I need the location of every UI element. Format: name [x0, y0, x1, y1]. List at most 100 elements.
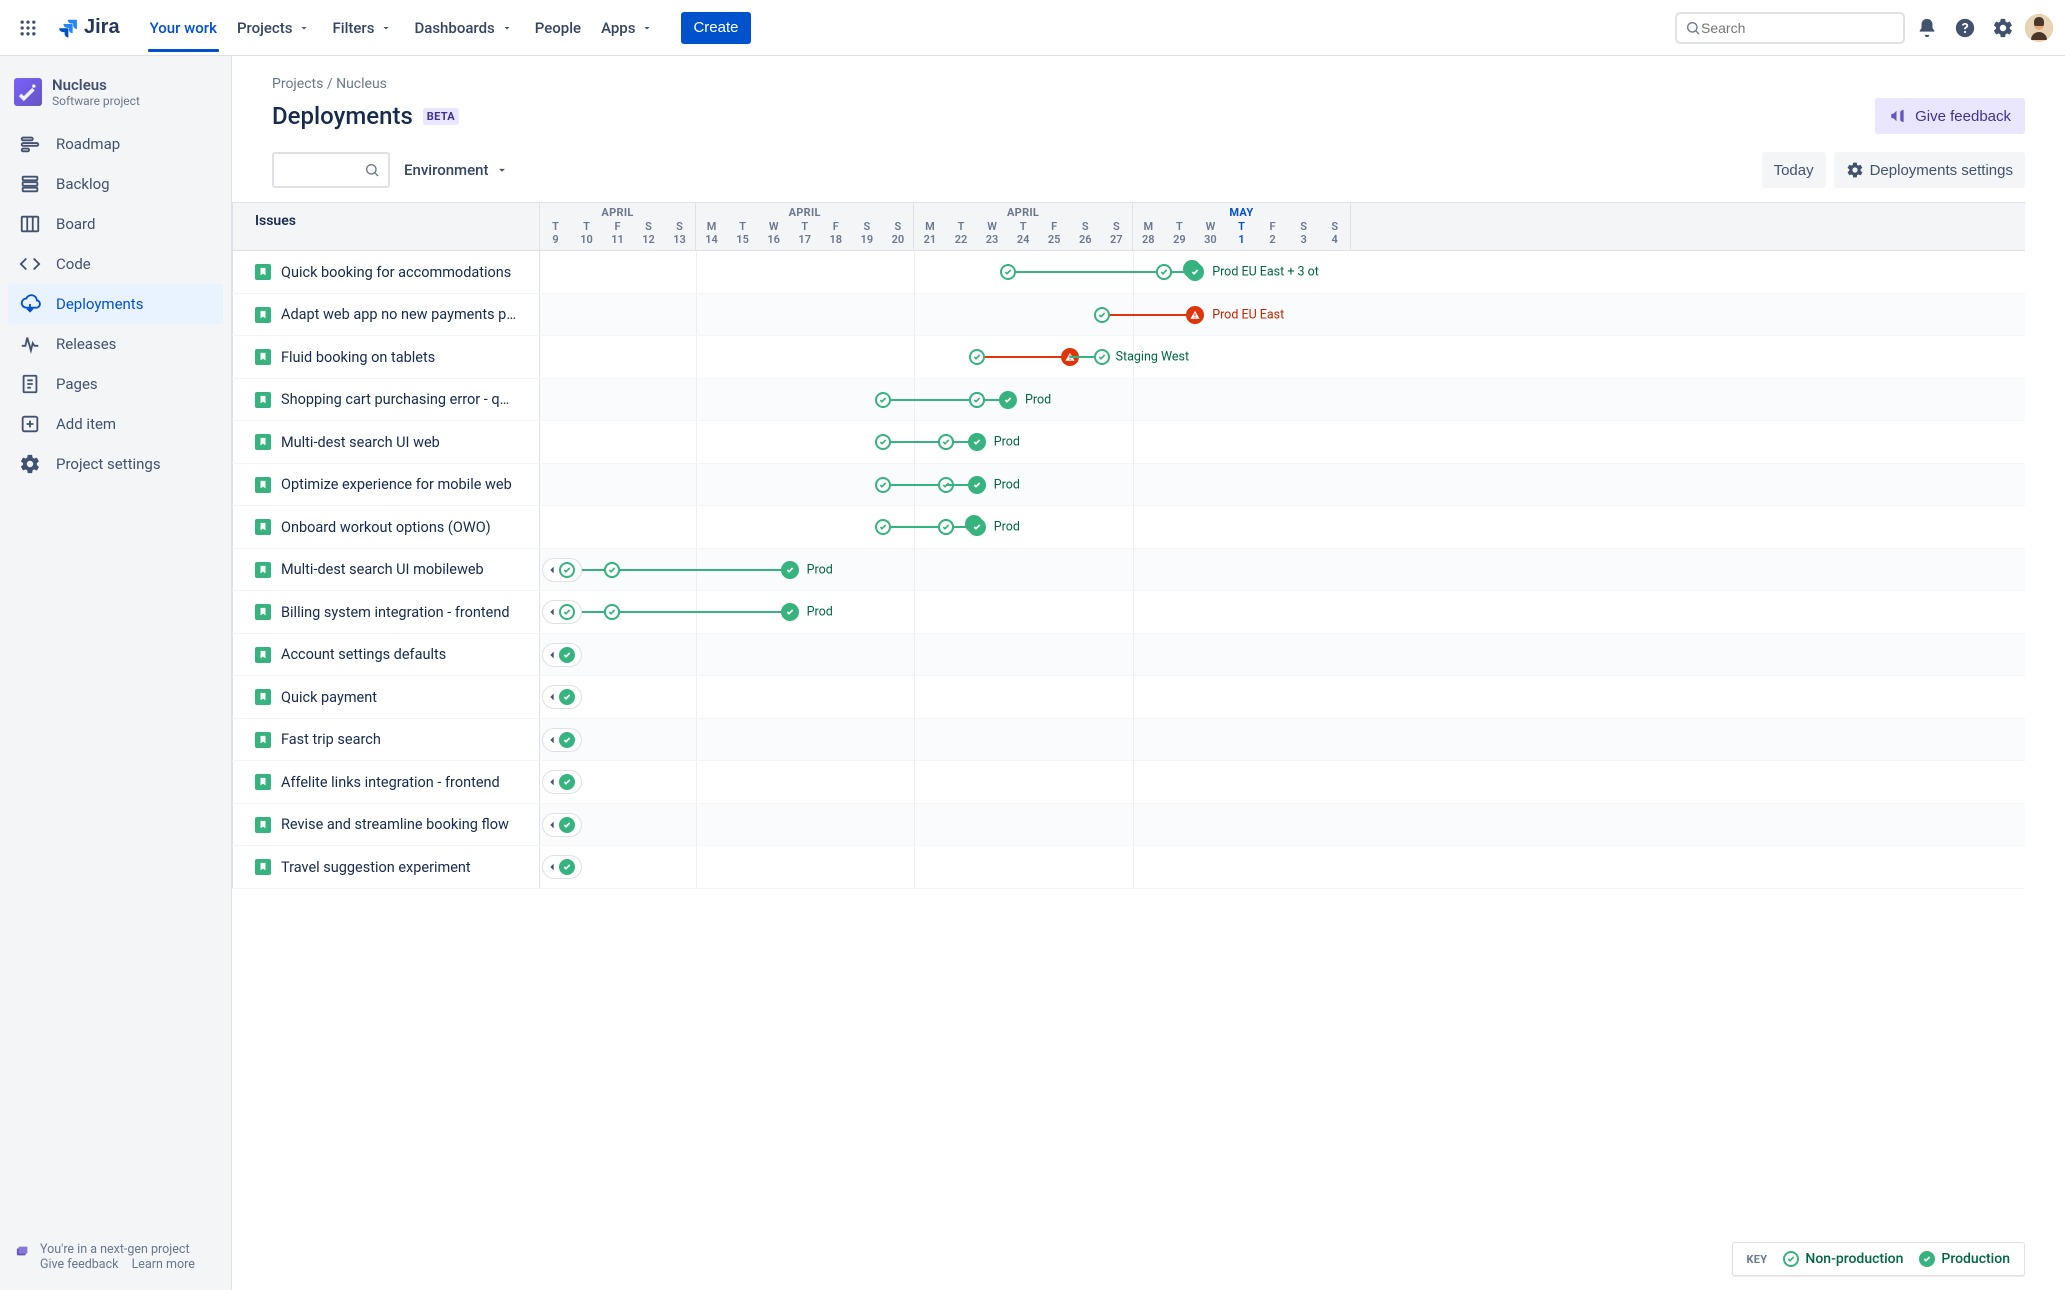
issue-title[interactable]: Quick booking for accommodations — [281, 264, 511, 281]
deploy-node-prod[interactable]: Prod — [781, 561, 799, 579]
sidebar-item-code[interactable]: Code — [8, 244, 223, 284]
app-switcher-icon[interactable] — [12, 12, 44, 44]
previous-deploys-pill[interactable] — [542, 728, 582, 752]
deploy-node-nonprod[interactable]: Staging West — [1094, 349, 1110, 365]
sidebar-item-releases[interactable]: Releases — [8, 324, 223, 364]
deploy-node-nonprod[interactable] — [938, 519, 954, 535]
previous-deploys-pill[interactable] — [542, 855, 582, 879]
nav-item-your-work[interactable]: Your work — [140, 4, 227, 52]
deploy-node-nonprod[interactable] — [1156, 264, 1172, 280]
breadcrumb-projects[interactable]: Projects — [272, 76, 323, 92]
jira-logo[interactable]: Jira — [48, 16, 128, 40]
footer-feedback-link[interactable]: Give feedback — [40, 1257, 118, 1272]
notifications-icon[interactable] — [1911, 12, 1943, 44]
breadcrumb: Projects / Nucleus — [272, 76, 2025, 92]
sidebar-item-label: Project settings — [56, 455, 161, 473]
day-cell: S12 — [633, 220, 664, 250]
deploy-node-prod[interactable]: Prod EU East + 3 ot — [1186, 263, 1204, 281]
month-label: APRIL — [914, 203, 1131, 220]
issue-title[interactable]: Account settings defaults — [281, 646, 446, 663]
sidebar-item-pages[interactable]: Pages — [8, 364, 223, 404]
nav-item-filters[interactable]: Filters — [322, 4, 404, 52]
filter-search[interactable] — [272, 152, 390, 188]
deploy-node-prod[interactable]: Prod — [781, 603, 799, 621]
help-icon[interactable] — [1949, 12, 1981, 44]
deploy-node-nonprod[interactable] — [875, 434, 891, 450]
create-button[interactable]: Create — [681, 12, 750, 44]
issue-row: Adapt web app no new payments provider Pr… — [232, 294, 2025, 337]
deployments-settings-button[interactable]: Deployments settings — [1834, 152, 2025, 188]
nav-item-projects[interactable]: Projects — [227, 4, 323, 52]
previous-deploys-pill[interactable] — [542, 813, 582, 837]
day-cell: S13 — [664, 220, 695, 250]
deploy-node-nonprod[interactable] — [938, 434, 954, 450]
month-label: APRIL — [696, 203, 913, 220]
deploy-lane: Prod — [540, 379, 2025, 421]
project-name: Nucleus — [52, 76, 140, 94]
sidebar-item-deployments[interactable]: Deployments — [8, 284, 223, 324]
sidebar-item-board[interactable]: Board — [8, 204, 223, 244]
deploy-node-nonprod[interactable] — [604, 604, 620, 620]
day-cell: T15 — [727, 220, 758, 250]
give-feedback-button[interactable]: Give feedback — [1875, 98, 2025, 134]
story-icon — [255, 647, 271, 663]
settings-icon[interactable] — [1987, 12, 2019, 44]
issue-title[interactable]: Travel suggestion experiment — [281, 859, 471, 876]
deploy-node-nonprod[interactable] — [1094, 307, 1110, 323]
previous-deploys-pill[interactable] — [542, 643, 582, 667]
issue-title[interactable]: Multi-dest search UI mobileweb — [281, 561, 484, 578]
issue-title[interactable]: Shopping cart purchasing error - quick f… — [281, 391, 517, 408]
issue-title[interactable]: Fluid booking on tablets — [281, 349, 435, 366]
sidebar-item-project-settings[interactable]: Project settings — [8, 444, 223, 484]
issue-title[interactable]: Onboard workout options (OWO) — [281, 519, 491, 536]
issue-title[interactable]: Multi-dest search UI web — [281, 434, 440, 451]
deploy-node-prod[interactable]: Prod — [968, 518, 986, 536]
issue-title[interactable]: Optimize experience for mobile web — [281, 476, 512, 493]
issue-title[interactable]: Billing system integration - frontend — [281, 604, 510, 621]
deploy-node-error[interactable]: Prod EU East — [1186, 306, 1204, 324]
global-search[interactable] — [1675, 12, 1905, 44]
previous-deploys-pill[interactable] — [542, 558, 582, 582]
deploy-node-prod[interactable]: Prod — [968, 433, 986, 451]
legend-non-production: Non-production — [1783, 1251, 1903, 1267]
sidebar-item-roadmap[interactable]: Roadmap — [8, 124, 223, 164]
issue-title[interactable]: Affelite links integration - frontend — [281, 774, 500, 791]
timeline[interactable]: Issues APRILT9T10F11S12S13APRILM14T15W16… — [232, 202, 2025, 1290]
sidebar-item-label: Backlog — [56, 175, 110, 193]
issue-title[interactable]: Fast trip search — [281, 731, 381, 748]
deploy-node-nonprod[interactable] — [969, 392, 985, 408]
deploy-node-nonprod[interactable] — [1000, 264, 1016, 280]
issue-title[interactable]: Quick payment — [281, 689, 377, 706]
project-header[interactable]: Nucleus Software project — [0, 56, 231, 122]
nav-item-apps[interactable]: Apps — [591, 4, 665, 52]
day-cell: T29 — [1164, 220, 1195, 250]
deploy-node-nonprod[interactable] — [969, 349, 985, 365]
sidebar-item-add-item[interactable]: Add item — [8, 404, 223, 444]
search-input[interactable] — [1701, 20, 1895, 36]
previous-deploys-pill[interactable] — [542, 600, 582, 624]
issue-row: Billing system integration - frontend Pro… — [232, 591, 2025, 634]
deploy-node-nonprod[interactable] — [875, 392, 891, 408]
deploy-node-prod[interactable]: Prod — [999, 391, 1017, 409]
deploy-node-nonprod[interactable] — [875, 519, 891, 535]
top-nav: Jira Your workProjectsFiltersDashboardsP… — [0, 0, 2065, 56]
day-cell: W23 — [977, 220, 1008, 250]
deploy-node-nonprod[interactable] — [875, 477, 891, 493]
issue-row: Quick payment — [232, 676, 2025, 719]
nav-item-people[interactable]: People — [525, 4, 591, 52]
today-button[interactable]: Today — [1762, 152, 1826, 188]
previous-deploys-pill[interactable] — [542, 770, 582, 794]
footer-learn-link[interactable]: Learn more — [132, 1257, 195, 1272]
breadcrumb-project[interactable]: Nucleus — [336, 76, 387, 92]
environment-dropdown[interactable]: Environment — [404, 161, 509, 179]
previous-deploys-pill[interactable] — [542, 685, 582, 709]
deploy-node-nonprod[interactable] — [604, 562, 620, 578]
deploy-node-prod[interactable]: Prod — [968, 476, 986, 494]
issue-row: Onboard workout options (OWO) Prod — [232, 506, 2025, 549]
user-avatar[interactable] — [2025, 14, 2053, 42]
issue-title[interactable]: Adapt web app no new payments provider — [281, 306, 517, 323]
nav-item-dashboards[interactable]: Dashboards — [404, 4, 524, 52]
sidebar-item-backlog[interactable]: Backlog — [8, 164, 223, 204]
day-cell: W30 — [1195, 220, 1226, 250]
issue-title[interactable]: Revise and streamline booking flow — [281, 816, 509, 833]
